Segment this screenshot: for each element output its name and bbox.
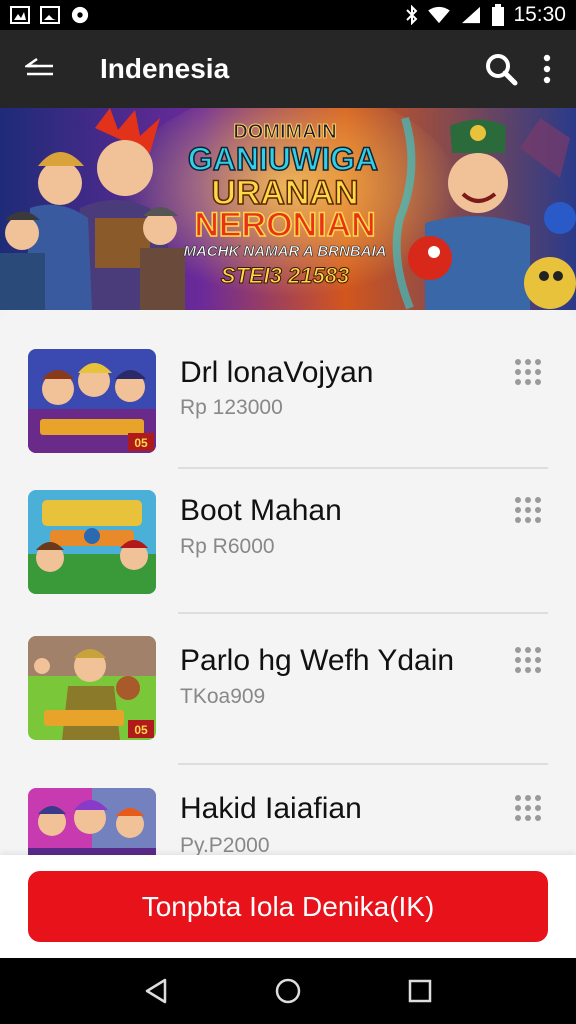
banner-artwork: DOMIMAIN GANIUWIGA URANAN NERONIAN MACHK…: [0, 108, 576, 310]
more-options-icon[interactable]: [542, 54, 552, 84]
item-price: TKoa909: [180, 685, 266, 708]
back-icon: [145, 978, 167, 1004]
divider: [178, 467, 548, 469]
item-thumbnail: 05: [28, 636, 156, 740]
banner-line5: MACHK NAMAR A BRNBAIA: [183, 243, 386, 260]
recents-button[interactable]: [390, 961, 450, 1021]
item-price: Rp 123000: [180, 396, 283, 419]
sync-icon: [71, 6, 89, 24]
list-item[interactable]: Boot Mahan Rp R6000: [0, 472, 576, 612]
drag-handle-icon[interactable]: [514, 496, 542, 524]
wifi-icon: [428, 6, 451, 24]
divider: [178, 763, 548, 765]
banner-line2: GANIUWIGA: [188, 141, 378, 177]
item-title: Hakid Iaiafian: [180, 792, 362, 825]
status-bar: 15:30: [0, 0, 576, 30]
image-icon: [40, 6, 60, 24]
banner-line1: DOMIMAIN: [233, 121, 336, 143]
menu-button[interactable]: [0, 30, 80, 108]
bottom-action-area: Tonpbta Iola Denika(IK): [0, 855, 576, 958]
status-time: 15:30: [513, 3, 566, 26]
drag-handle-icon[interactable]: [514, 646, 542, 674]
system-nav-bar: [0, 958, 576, 1024]
list-item[interactable]: 05 Parlo hg Wefh Ydain TKoa909: [0, 616, 576, 756]
list-item[interactable]: 05 Drl lonaVojyan Rp 123000: [0, 332, 576, 472]
signal-icon: [462, 6, 481, 24]
recents-icon: [408, 979, 432, 1003]
menu-icon: [25, 57, 53, 76]
notification-icon: [10, 6, 30, 24]
battery-icon: [492, 4, 505, 26]
bluetooth-icon: [406, 5, 418, 25]
drag-handle-icon[interactable]: [514, 794, 542, 822]
list-item[interactable]: Hakid Iaiafian Py.P2000: [0, 768, 576, 855]
banner-line4: NERONIAN: [194, 206, 375, 244]
item-price: Rp R6000: [180, 535, 275, 558]
banner-line6: STEI3 21583: [221, 263, 349, 288]
promo-banner[interactable]: DOMIMAIN GANIUWIGA URANAN NERONIAN MACHK…: [0, 108, 576, 310]
item-thumbnail: [28, 788, 156, 855]
item-title: Drl lonaVojyan: [180, 356, 374, 389]
item-list: 05 Drl lonaVojyan Rp 123000 Boot Mahan R…: [0, 310, 576, 855]
home-button[interactable]: [258, 961, 318, 1021]
page-title: Indenesia: [100, 53, 230, 84]
home-icon: [275, 978, 301, 1004]
item-thumbnail: 05: [28, 349, 156, 453]
back-button[interactable]: [126, 961, 186, 1021]
app-bar: Indenesia: [0, 30, 576, 108]
divider: [178, 612, 548, 614]
item-badge: 05: [134, 723, 148, 737]
item-thumbnail: [28, 490, 156, 594]
search-icon[interactable]: [484, 52, 518, 86]
item-title: Parlo hg Wefh Ydain: [180, 644, 455, 677]
item-title: Boot Mahan: [180, 494, 342, 527]
item-price: Py.P2000: [180, 834, 270, 855]
drag-handle-icon[interactable]: [514, 358, 542, 386]
item-badge: 05: [134, 436, 148, 450]
primary-cta-button[interactable]: Tonpbta Iola Denika(IK): [28, 871, 548, 942]
